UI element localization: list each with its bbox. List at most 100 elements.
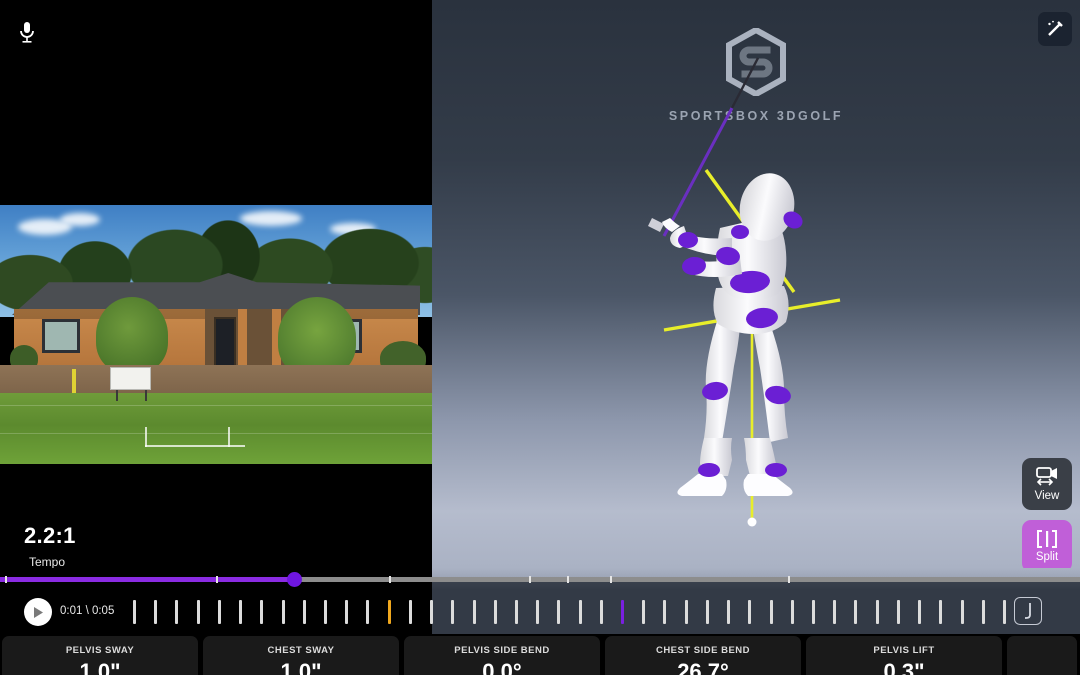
lawn: [0, 393, 432, 464]
3d-avatar-viewport[interactable]: SPORTSBOX 3DGOLF View Split: [432, 0, 1080, 568]
house-door: [214, 317, 236, 367]
tempo-value: 2.2:1: [24, 523, 76, 548]
ruler-tick[interactable]: [536, 600, 540, 624]
scrubber-handle[interactable]: [286, 572, 302, 587]
split-view-icon: [1037, 529, 1057, 548]
metric-card[interactable]: CHEST SWAY 1.0": [203, 636, 399, 675]
metric-label: CHEST SWAY: [267, 645, 335, 656]
metric-label: CHEST SIDE BEND: [655, 645, 751, 656]
ruler-tick[interactable]: [812, 600, 816, 624]
swing-video-panel[interactable]: [0, 205, 432, 464]
scrubber-marker: [388, 576, 391, 583]
ruler-tick[interactable]: [705, 600, 709, 624]
tempo-panel: 2.2:1 Tempo: [0, 464, 432, 569]
scrubber-fill: [0, 577, 294, 582]
metric-card[interactable]: CHEST SIDE BEND 26.7°: [605, 636, 801, 675]
metric-value: 26.7°: [677, 659, 729, 675]
ruler-tick[interactable]: [599, 600, 603, 624]
lawn-stripe: [0, 405, 432, 406]
timeline-scrubber[interactable]: [0, 568, 1080, 590]
metric-label: PELVIS SIDE BEND: [454, 645, 550, 656]
viewport-tools: View Split: [1022, 458, 1072, 568]
ruler-tick[interactable]: [960, 600, 964, 624]
ruler-tick[interactable]: [939, 600, 943, 624]
scrubber-marker: [216, 576, 218, 583]
camera-rotate-icon: [1036, 466, 1057, 486]
microphone-glyph: [20, 22, 34, 43]
ruler-tick[interactable]: [684, 600, 688, 624]
tee-line: [228, 427, 230, 447]
metric-card[interactable]: PELVIS SWAY 1.0": [2, 636, 198, 675]
metric-label: PELVIS LIFT: [873, 645, 935, 656]
ruler-tick[interactable]: [854, 600, 858, 624]
ruler-tick[interactable]: [472, 600, 476, 624]
ruler-tick[interactable]: [451, 600, 455, 624]
scrubber-marker: [610, 576, 613, 583]
ruler-tick[interactable]: [387, 600, 391, 624]
metric-card[interactable]: PELVIS LIFT 0.3": [806, 636, 1002, 675]
tee-line: [145, 445, 245, 447]
microphone-icon[interactable]: [10, 16, 44, 50]
golf-club-glyph: [1025, 603, 1031, 619]
house-window: [42, 319, 80, 353]
porch-post: [238, 309, 247, 371]
metrics-row: PELVIS SWAY 1.0" CHEST SWAY 1.0" PELVIS SIDE…: [0, 636, 1080, 675]
front-tree: [96, 297, 168, 373]
sign-leg: [145, 390, 147, 401]
ruler-tick[interactable]: [833, 600, 837, 624]
play-button[interactable]: [24, 598, 52, 626]
golf-club-icon[interactable]: [1014, 597, 1042, 625]
ruler-tick[interactable]: [345, 600, 349, 624]
ruler-tick[interactable]: [557, 600, 561, 624]
ruler-tick[interactable]: [175, 600, 179, 624]
ruler-tick[interactable]: [769, 600, 773, 624]
ruler-tick[interactable]: [154, 600, 158, 624]
sportsbox-3dgolf-app: 2.2:1 Tempo SPORTSBOX 3DGOLF View Split …: [0, 0, 1080, 675]
ruler-tick[interactable]: [578, 600, 582, 624]
ruler-tick[interactable]: [790, 600, 794, 624]
metric-card[interactable]: PELVIS SIDE BEND 0.0°: [404, 636, 600, 675]
ruler-tick[interactable]: [366, 600, 370, 624]
3d-golfer-avatar[interactable]: [432, 0, 1080, 568]
view-button-label: View: [1034, 489, 1060, 502]
ruler-tick[interactable]: [281, 600, 285, 624]
yardage-sign: [110, 367, 151, 390]
ruler-tick[interactable]: [196, 600, 200, 624]
metric-value: 0.0°: [482, 659, 522, 675]
lawn-stripe: [0, 433, 432, 434]
view-button[interactable]: View: [1022, 458, 1072, 510]
ruler-tick[interactable]: [217, 600, 221, 624]
ruler-tick[interactable]: [1003, 600, 1006, 624]
ruler-tick[interactable]: [493, 600, 497, 624]
ruler-tick[interactable]: [133, 600, 136, 624]
ruler-tick[interactable]: [323, 600, 327, 624]
ruler-tick[interactable]: [727, 600, 731, 624]
sign-leg: [116, 390, 118, 401]
ruler-tick[interactable]: [918, 600, 922, 624]
ruler-tick[interactable]: [430, 600, 434, 624]
ruler-tick[interactable]: [260, 600, 264, 624]
ruler-tick[interactable]: [514, 600, 518, 624]
time-readout: 0:01 \ 0:05: [60, 605, 115, 617]
ruler-tick[interactable]: [621, 600, 625, 624]
left-column: 2.2:1 Tempo: [0, 0, 432, 569]
metric-value: 0.3": [883, 659, 925, 675]
ruler-tick[interactable]: [642, 600, 646, 624]
tempo-label: Tempo: [29, 555, 66, 569]
alignment-stick: [72, 369, 76, 393]
scrubber-marker: [529, 576, 532, 583]
ruler-tick[interactable]: [896, 600, 900, 624]
metric-card[interactable]: [1007, 636, 1077, 675]
scrubber-marker: [5, 576, 8, 583]
metric-label: PELVIS SWAY: [65, 645, 135, 656]
ruler-tick[interactable]: [875, 600, 879, 624]
ruler-tick[interactable]: [239, 600, 243, 624]
ruler-tick[interactable]: [981, 600, 985, 624]
ruler-tick[interactable]: [302, 600, 306, 624]
metric-value: 1.0": [79, 659, 121, 675]
split-button-label: Split: [1035, 550, 1059, 563]
ruler-tick[interactable]: [748, 600, 752, 624]
split-button[interactable]: Split: [1022, 520, 1072, 568]
ruler-tick[interactable]: [408, 600, 412, 624]
metric-value: 1.0": [280, 659, 322, 675]
